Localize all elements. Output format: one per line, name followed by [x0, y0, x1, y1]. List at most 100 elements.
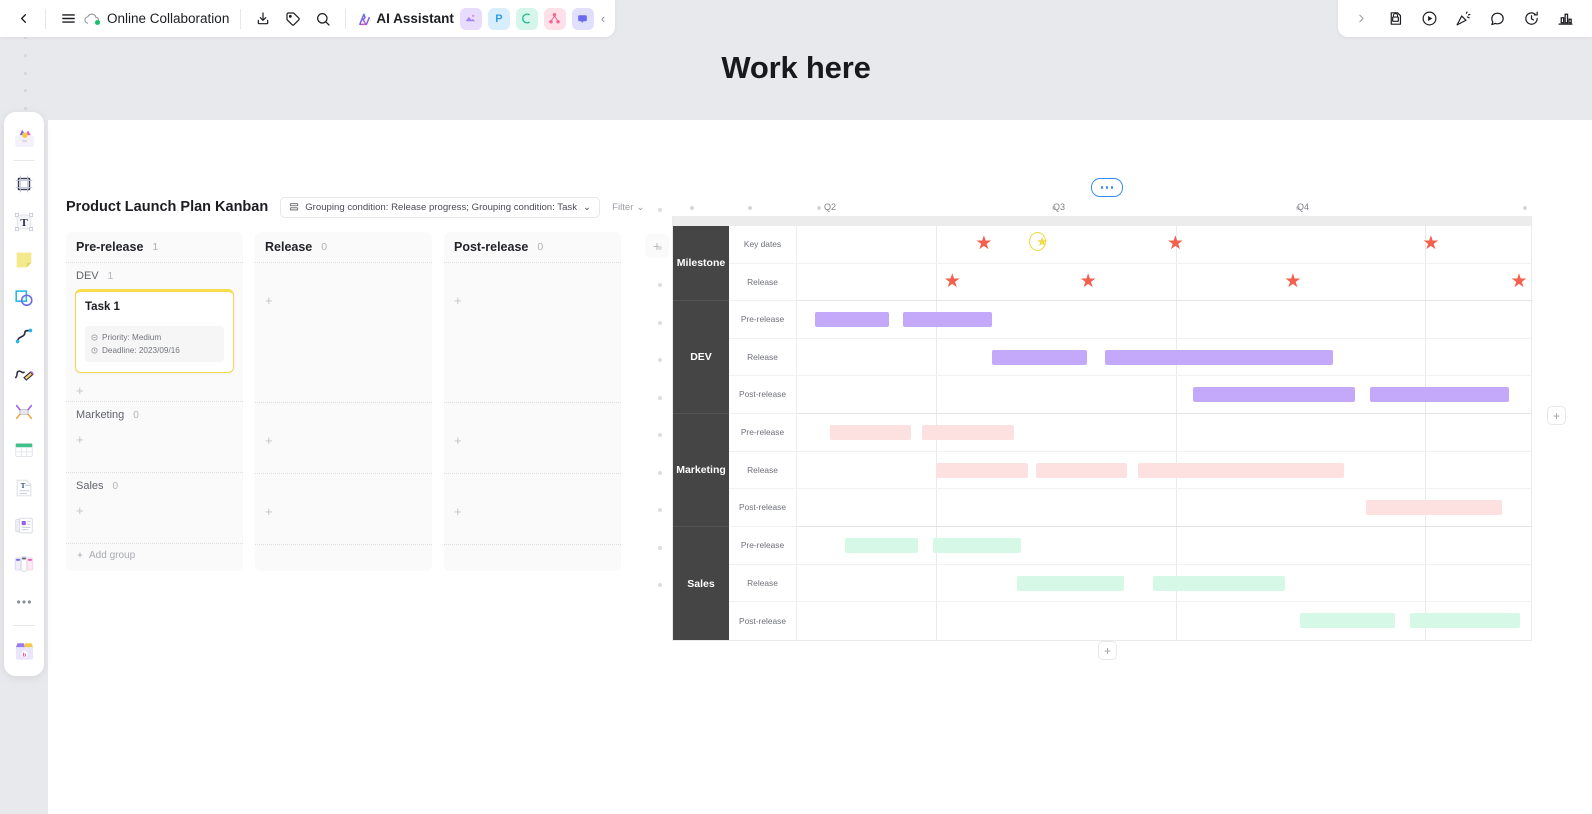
collapse-toolbar-icon[interactable]: ‹ — [597, 11, 609, 26]
document-title[interactable]: Online Collaboration — [83, 11, 233, 26]
kanban-icon[interactable] — [9, 549, 39, 579]
gantt-lane-sales-release[interactable] — [797, 565, 1531, 602]
add-card-button[interactable]: + — [255, 429, 432, 451]
kanban-column-release[interactable]: Release 0 + + + — [255, 232, 432, 571]
expand-toolbar-icon[interactable] — [1344, 4, 1378, 34]
card-icon[interactable] — [9, 511, 39, 541]
gantt-lanes — [797, 301, 1531, 414]
chart-bar-icon[interactable] — [1548, 4, 1582, 34]
kanban-column-post-release[interactable]: Post-release 0 + + + — [444, 232, 621, 571]
gantt-bar[interactable] — [1299, 613, 1396, 628]
filter-button[interactable]: Filter ⌄ — [612, 202, 644, 213]
gantt-bar[interactable] — [1035, 462, 1128, 478]
gantt-lane-marketing-post-release[interactable] — [797, 489, 1531, 527]
gantt-bar[interactable] — [815, 312, 889, 327]
gantt-add-row-bottom-button[interactable]: + — [1098, 641, 1117, 660]
gantt-lane-milestone-release[interactable]: ★ ★ ★ ★ — [797, 264, 1531, 301]
gantt-bar[interactable] — [936, 462, 1029, 478]
gantt-lane-key-dates[interactable]: ★ ★ ★ ★ — [797, 226, 1531, 264]
gantt-bar[interactable] — [903, 312, 992, 327]
gantt-lane-marketing-release[interactable] — [797, 452, 1531, 489]
group-header[interactable]: Marketing 0 — [66, 402, 243, 428]
gantt-lane-sales-post-release[interactable] — [797, 602, 1531, 640]
search-icon[interactable] — [308, 4, 338, 34]
gantt-bar[interactable] — [830, 425, 911, 440]
add-card-button[interactable]: + — [66, 379, 243, 401]
gantt-row-label: Pre-release — [729, 414, 796, 452]
group-header[interactable]: Sales 0 — [66, 473, 243, 499]
download-icon[interactable] — [248, 4, 278, 34]
comment-icon[interactable] — [1480, 4, 1514, 34]
pen-icon[interactable] — [9, 359, 39, 389]
template-icon[interactable]: b — [9, 634, 39, 664]
add-card-button[interactable]: + — [66, 499, 243, 521]
grouping-condition-button[interactable]: Grouping condition: Release progress; Gr… — [280, 196, 601, 218]
tag-icon[interactable] — [278, 4, 308, 34]
gantt-add-row-right-button[interactable]: + — [1547, 406, 1566, 425]
gantt-bar[interactable] — [1193, 387, 1355, 402]
gantt-lane-marketing-pre-release[interactable] — [797, 414, 1531, 452]
lock-note-icon[interactable] — [1378, 4, 1412, 34]
add-column-button[interactable]: + — [645, 234, 669, 258]
gantt-bar[interactable] — [921, 425, 1014, 440]
image-app-icon[interactable] — [459, 7, 482, 30]
add-card-button[interactable]: + — [255, 289, 432, 311]
milestone-star-icon[interactable]: ★ — [944, 272, 961, 291]
ppt-app-icon[interactable]: P — [487, 7, 510, 30]
celebrate-icon[interactable] — [1446, 4, 1480, 34]
axis-handle-dot[interactable] — [690, 206, 694, 210]
mind-app-icon[interactable] — [515, 7, 538, 30]
milestone-star-icon[interactable]: ★ — [1510, 272, 1527, 291]
shapes-icon[interactable] — [9, 283, 39, 313]
kanban-column-pre-release[interactable]: Pre-release 1 DEV 1 Task 1 Priority: Med… — [66, 232, 243, 571]
gantt-bar[interactable] — [1369, 387, 1509, 402]
play-circle-icon[interactable] — [1412, 4, 1446, 34]
gantt-bar[interactable] — [991, 349, 1087, 365]
group-header[interactable]: DEV 1 — [66, 263, 243, 289]
menu-icon[interactable] — [53, 4, 83, 34]
history-icon[interactable] — [1514, 4, 1548, 34]
gantt-more-options-button[interactable] — [1091, 178, 1123, 197]
doc-icon[interactable]: T — [9, 473, 39, 503]
gantt-bar[interactable] — [844, 538, 919, 553]
axis-handle-dot[interactable] — [748, 206, 752, 210]
toolbar-divider-2 — [240, 8, 242, 29]
sticky-note-icon[interactable] — [9, 245, 39, 275]
gantt-bar[interactable] — [1138, 462, 1344, 478]
chat-app-icon[interactable] — [571, 7, 594, 30]
add-card-button[interactable]: + — [444, 429, 621, 451]
frame-icon[interactable] — [9, 169, 39, 199]
milestone-star-icon[interactable]: ★ — [975, 234, 992, 253]
gantt-bar[interactable] — [1017, 575, 1124, 591]
add-card-button[interactable]: + — [66, 428, 243, 450]
gantt-bar[interactable] — [932, 538, 1021, 553]
axis-handle-dot[interactable] — [817, 206, 821, 210]
chart-app-icon[interactable] — [543, 7, 566, 30]
axis-handle-dot[interactable] — [1523, 206, 1527, 210]
gantt-lane-dev-pre-release[interactable] — [797, 301, 1531, 339]
gantt-bar[interactable] — [1365, 500, 1502, 515]
milestone-star-icon[interactable]: ★ — [1167, 234, 1184, 253]
gantt-lane-dev-post-release[interactable] — [797, 376, 1531, 414]
add-card-button[interactable]: + — [444, 289, 621, 311]
add-card-button[interactable]: + — [255, 500, 432, 522]
table-icon[interactable] — [9, 435, 39, 465]
text-icon[interactable]: T — [9, 207, 39, 237]
milestone-star-icon[interactable]: ★ — [1284, 272, 1301, 291]
task-card[interactable]: Task 1 Priority: Medium Deadline: 2023/0… — [75, 289, 234, 373]
gantt-lane-dev-release[interactable] — [797, 339, 1531, 376]
curve-line-icon[interactable] — [9, 321, 39, 351]
ai-assistant-button[interactable]: AI Assistant — [353, 11, 457, 27]
add-group-button[interactable]: Add group — [66, 544, 243, 566]
milestone-star-icon[interactable]: ★ — [1080, 272, 1097, 291]
add-card-button[interactable]: + — [444, 500, 621, 522]
gantt-bar[interactable] — [1409, 613, 1520, 628]
gantt-lane-sales-pre-release[interactable] — [797, 527, 1531, 565]
milestone-star-icon[interactable]: ★ — [1422, 234, 1439, 253]
gantt-bar[interactable] — [1152, 575, 1286, 591]
gantt-bar[interactable] — [1105, 349, 1333, 365]
connector-icon[interactable] — [9, 397, 39, 427]
back-icon[interactable] — [8, 4, 38, 34]
assets-icon[interactable] — [9, 122, 39, 152]
more-icon[interactable] — [9, 587, 39, 617]
